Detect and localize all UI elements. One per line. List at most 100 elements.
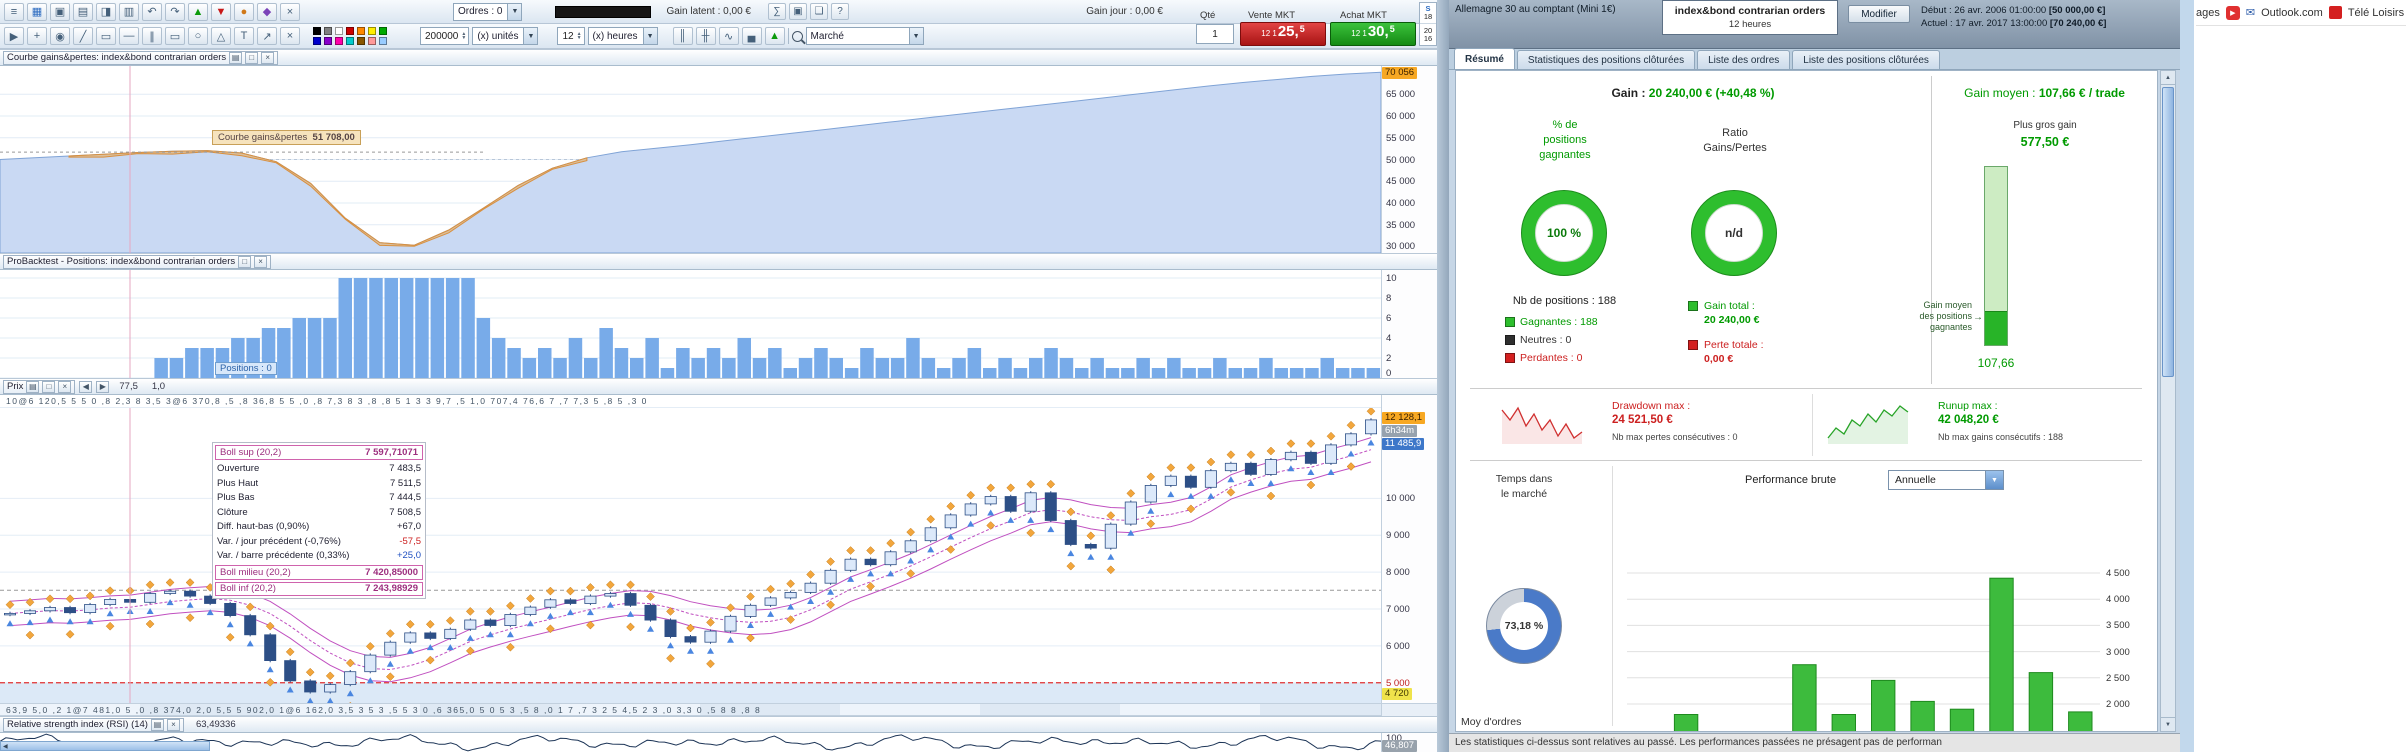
ratio-value: n/d — [1725, 226, 1743, 240]
scrollbar-thumb[interactable] — [2162, 87, 2174, 377]
scroll-right-icon[interactable]: ▶ — [96, 380, 110, 393]
color-palette[interactable] — [313, 26, 389, 46]
calculator-icon[interactable]: ∑ — [767, 3, 786, 20]
gain-latent-label: Gain latent : 0,00 € — [666, 6, 751, 17]
delete-drawing-icon[interactable]: × — [280, 27, 300, 45]
price-settings-icon[interactable]: ▤ — [26, 380, 40, 393]
detach-icon[interactable]: ❏ — [809, 3, 828, 20]
redo-icon[interactable]: ↷ — [165, 2, 185, 21]
text-tool-icon[interactable]: T — [234, 27, 254, 45]
crosshair-icon[interactable]: + — [27, 27, 47, 45]
grid-view-icon[interactable]: ▥ — [119, 2, 139, 21]
alert-icon[interactable]: ● — [234, 2, 254, 21]
gain-moyen-headline: Gain moyen : 107,66 € / trade — [1964, 86, 2125, 100]
rsi-settings-icon[interactable]: ▤ — [150, 718, 164, 731]
favicon-icon[interactable] — [2328, 6, 2342, 19]
menu-icon[interactable]: ≡ — [4, 2, 24, 21]
scrollbar-up-arrow-icon[interactable]: ▲ — [2161, 71, 2175, 85]
system-name: index&bond contrarian orders — [1674, 4, 1826, 17]
quantity-stepper[interactable]: 200000 ▲ ▼ — [420, 27, 470, 45]
screenshot-icon[interactable]: ▣ — [788, 3, 807, 20]
help-icon[interactable]: ? — [830, 3, 849, 20]
bookmark-outlook[interactable]: Outlook.com — [2261, 7, 2323, 19]
close-all-icon[interactable]: × — [280, 2, 300, 21]
axis-tick: 2 — [1386, 353, 1392, 364]
bookmark-partial[interactable]: ages — [2196, 7, 2220, 19]
runup-sparkline — [1827, 405, 1909, 444]
tab-liste-ordres[interactable]: Liste des ordres — [1697, 50, 1791, 69]
search-icon[interactable] — [791, 30, 803, 42]
envelope-icon: ✉ — [2245, 7, 2256, 19]
tab-statistiques[interactable]: Statistiques des positions clôturées — [1516, 50, 1696, 69]
price-axis — [1381, 408, 1437, 703]
depth-mini-table[interactable]: S 18 20 16 — [1419, 2, 1437, 46]
perf-period-select[interactable]: Annuelle ▼ — [1888, 470, 2004, 490]
link-icon[interactable]: ◆ — [257, 2, 277, 21]
tab-liste-positions[interactable]: Liste des positions clôturées — [1792, 50, 1940, 69]
line-style-icon[interactable]: ∿ — [718, 27, 739, 45]
segment-tool-icon[interactable]: — — [119, 27, 139, 45]
positions-chart[interactable] — [0, 270, 1381, 379]
equity-settings-icon[interactable]: ▤ — [229, 51, 243, 64]
price-panel-title[interactable]: Prix ▤ □ × — [3, 379, 76, 394]
rsi-panel-title[interactable]: Relative strength index (RSI) (14) ▤ × — [3, 717, 184, 732]
date-axis-row[interactable]: 63,9 5,0 ,2 1@7 481,0 5 ,0 ,8 374,0 2,0 … — [0, 703, 1381, 716]
positions-panel-titlebar: ProBacktest - Positions: index&bond cont… — [0, 253, 1437, 270]
axis-tick: 35 000 — [1386, 220, 1416, 231]
timeframe-stepper[interactable]: 12 ▲ ▼ — [557, 27, 585, 45]
axis-tick: 30 000 — [1386, 241, 1416, 252]
scrollbar-left-arrow-icon[interactable]: ◀ — [1, 743, 8, 750]
modify-button[interactable]: Modifier — [1848, 5, 1910, 23]
area-style-icon[interactable]: ▄ — [741, 27, 762, 45]
bar-style-icon[interactable]: ╫ — [695, 27, 716, 45]
pencil-icon[interactable]: ╱ — [73, 27, 93, 45]
undo-icon[interactable]: ↶ — [142, 2, 162, 21]
replay-progress-bar[interactable] — [555, 5, 652, 18]
ellipse-tool-icon[interactable]: ○ — [188, 27, 208, 45]
axis-tick: 40 000 — [1386, 198, 1416, 209]
sell-market-button[interactable]: 12 1 25, 5 — [1240, 22, 1326, 46]
equity-panel-title[interactable]: Courbe gains&pertes: index&bond contrari… — [3, 50, 279, 65]
candlestick-style-icon[interactable]: ║ — [672, 27, 693, 45]
split-view-icon[interactable]: ◨ — [96, 2, 116, 21]
scrollbar-down-arrow-icon[interactable]: ▼ — [2161, 717, 2175, 731]
eraser-icon[interactable]: ▭ — [96, 27, 116, 45]
equity-close-icon[interactable]: × — [261, 51, 275, 64]
time-in-market-value: 73,18 % — [1504, 620, 1544, 632]
triangle-tool-icon[interactable]: △ — [211, 27, 231, 45]
horizontal-scrollbar[interactable]: ◀ — [0, 741, 210, 751]
workspace-icon[interactable]: ▣ — [50, 2, 70, 21]
favicon-icon[interactable]: ▶ — [2225, 5, 2240, 20]
axis-tick: 45 000 — [1386, 176, 1416, 187]
timeframe-unit-select[interactable]: (x) heures ▼ — [587, 27, 658, 45]
new-chart-icon[interactable]: ▦ — [27, 2, 47, 21]
positions-close-icon[interactable]: × — [254, 255, 268, 268]
chevron-down-icon: ▼ — [507, 3, 522, 20]
equity-chart[interactable] — [0, 66, 1382, 254]
perf-chart[interactable] — [1627, 563, 2100, 736]
positions-panel-title[interactable]: ProBacktest - Positions: index&bond cont… — [3, 254, 272, 269]
tab-resume[interactable]: Résumé — [1454, 48, 1515, 69]
hand-tool-icon[interactable]: ◉ — [50, 27, 70, 45]
equity-restore-icon[interactable]: □ — [245, 51, 259, 64]
units-select[interactable]: (x) unités ▼ — [472, 27, 539, 45]
cursor-icon[interactable]: ▶ — [4, 27, 24, 45]
sell-arrow-icon[interactable]: ▼ — [211, 2, 231, 21]
scroll-left-icon[interactable]: ◀ — [79, 380, 93, 393]
price-chart[interactable] — [0, 406, 1381, 718]
buy-market-button[interactable]: 12 1 30, 5 — [1330, 22, 1416, 46]
list-view-icon[interactable]: ▤ — [73, 2, 93, 21]
order-quantity-input[interactable]: 1 — [1196, 24, 1234, 44]
rsi-close-icon[interactable]: × — [166, 718, 180, 731]
indicators-icon[interactable]: ▲ — [764, 27, 785, 45]
channel-tool-icon[interactable]: ∥ — [142, 27, 162, 45]
orders-dropdown[interactable]: Ordres : 0 ▼ — [453, 2, 523, 21]
buy-arrow-icon[interactable]: ▲ — [188, 2, 208, 21]
vertical-scrollbar[interactable]: ▲ ▼ — [2160, 70, 2176, 732]
price-restore-icon[interactable]: □ — [42, 380, 56, 393]
market-select[interactable]: Marché ▼ — [805, 27, 924, 45]
rectangle-tool-icon[interactable]: ▭ — [165, 27, 185, 45]
positions-restore-icon[interactable]: □ — [238, 255, 252, 268]
price-close-icon[interactable]: × — [58, 380, 72, 393]
bookmark-tele-loisirs[interactable]: Télé Loisirs — [2348, 7, 2404, 19]
